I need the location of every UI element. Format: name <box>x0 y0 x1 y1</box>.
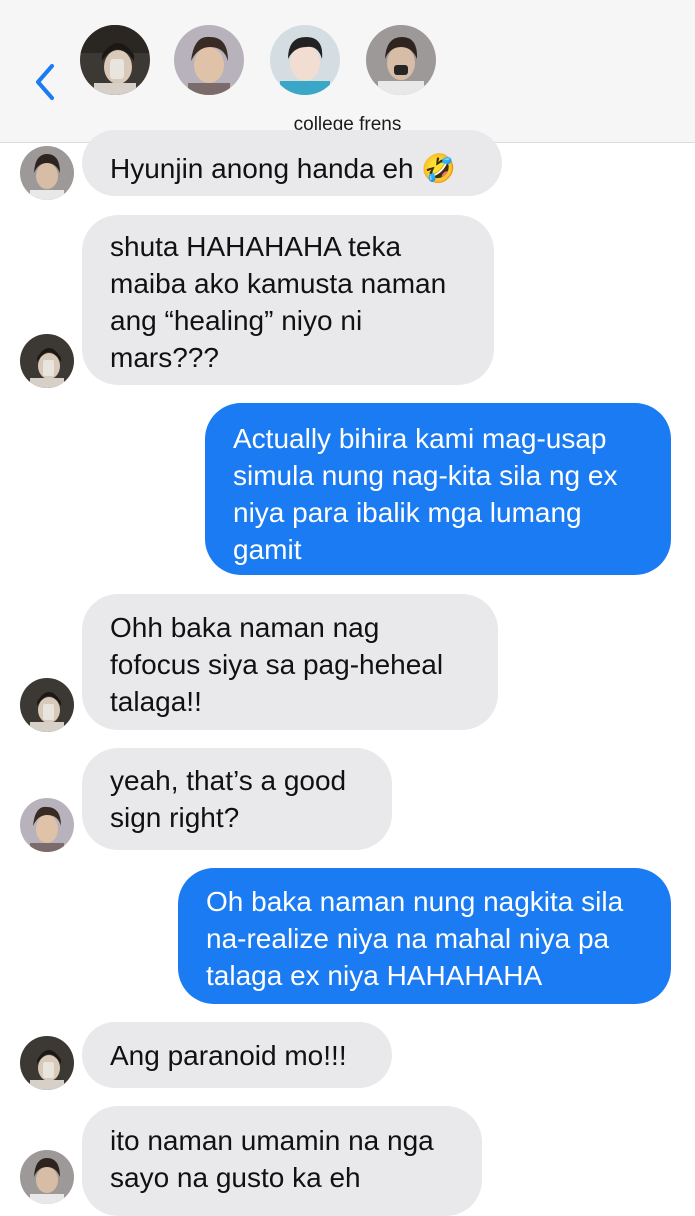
sender-avatar[interactable] <box>20 1036 74 1090</box>
sender-avatar[interactable] <box>20 798 74 852</box>
sender-avatar[interactable] <box>20 146 74 200</box>
sender-avatar[interactable] <box>20 678 74 732</box>
message-bubble-incoming[interactable]: Ang paranoid mo!!! <box>82 1022 392 1088</box>
sender-avatar[interactable] <box>20 1150 74 1204</box>
group-member-avatar[interactable] <box>270 25 340 95</box>
message-bubble-incoming[interactable]: Ohh baka naman nag fofocus siya sa pag-h… <box>82 594 498 730</box>
chat-header: college frens <box>0 0 695 143</box>
group-member-avatar[interactable] <box>366 25 436 95</box>
message-bubble-incoming[interactable]: yeah, that’s a good sign right? <box>82 748 392 850</box>
message-bubble-outgoing[interactable]: Actually bihira kami mag-usap simula nun… <box>205 403 671 575</box>
message-bubble-incoming[interactable]: Hyunjin anong handa eh 🤣 <box>82 130 502 196</box>
message-bubble-incoming[interactable]: shuta HAHAHAHA teka maiba ako kamusta na… <box>82 215 494 385</box>
group-member-avatar[interactable] <box>80 25 150 95</box>
sender-avatar[interactable] <box>20 334 74 388</box>
message-bubble-outgoing[interactable]: Oh baka naman nung nagkita sila na-reali… <box>178 868 671 1004</box>
group-member-avatar[interactable] <box>174 25 244 95</box>
back-chevron-icon[interactable] <box>30 60 60 104</box>
